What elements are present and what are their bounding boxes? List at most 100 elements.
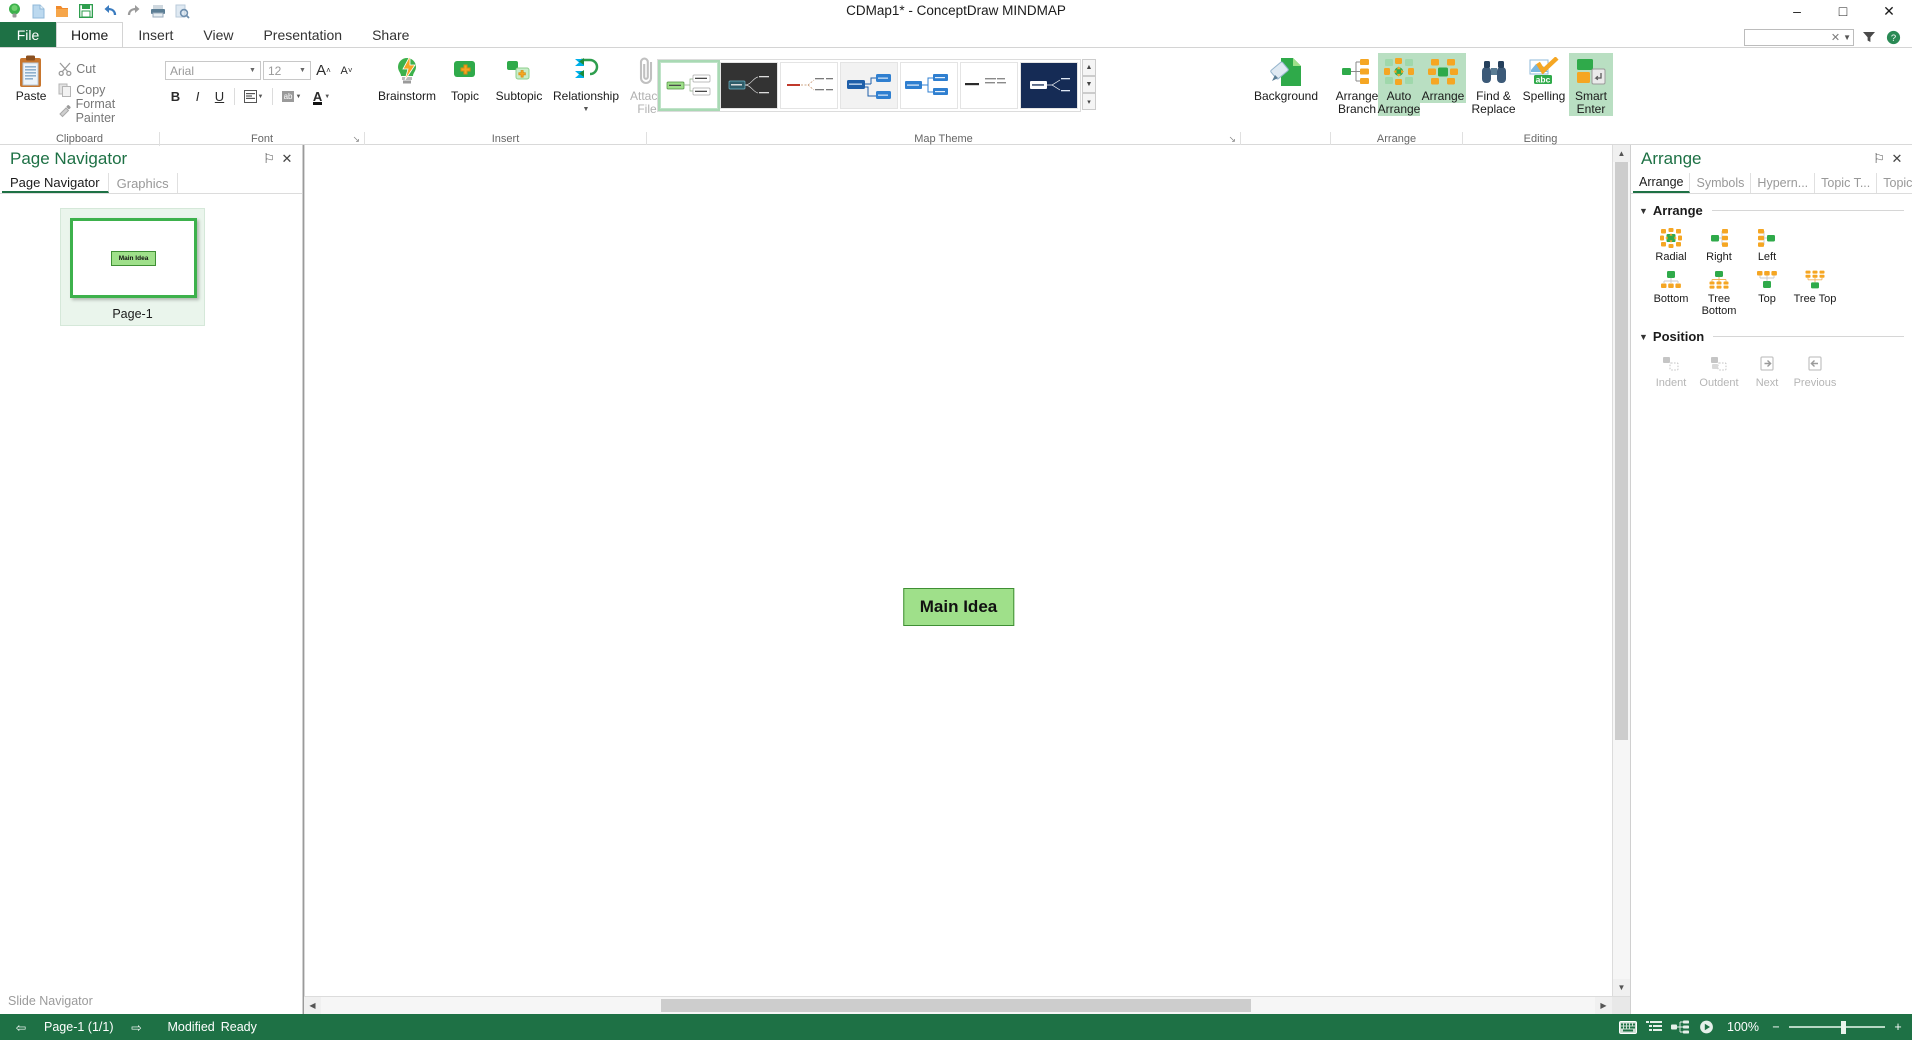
- arrange-section-header[interactable]: ▼ Arrange: [1631, 203, 1912, 218]
- topic-button[interactable]: Topic: [441, 53, 489, 103]
- grow-font-button[interactable]: A ˄: [313, 60, 334, 81]
- brainstorm-button[interactable]: Brainstorm: [375, 53, 439, 103]
- tab-view[interactable]: View: [188, 22, 248, 47]
- scroll-left-arrow-icon[interactable]: ◀: [304, 997, 321, 1014]
- main-idea-node[interactable]: Main Idea: [902, 588, 1015, 626]
- bold-button[interactable]: B: [165, 86, 186, 107]
- arrange-branch-button[interactable]: Arrange Branch: [1336, 53, 1378, 116]
- arrange-bottom-button[interactable]: Bottom: [1647, 266, 1695, 320]
- outline-view-icon[interactable]: [1641, 1014, 1667, 1040]
- collapse-triangle-icon[interactable]: ▼: [1639, 206, 1648, 216]
- arrange-tree-top-button[interactable]: Tree Top: [1791, 266, 1839, 320]
- map-theme-thumb-5[interactable]: [960, 62, 1018, 109]
- pin-icon[interactable]: ⚐: [260, 150, 278, 168]
- map-theme-thumb-3[interactable]: [840, 62, 898, 109]
- map-theme-thumb-4[interactable]: [900, 62, 958, 109]
- map-theme-thumb-2[interactable]: [780, 62, 838, 109]
- map-theme-dialog-launcher[interactable]: ↘: [1228, 132, 1236, 146]
- gallery-scroll-down-button[interactable]: ▼: [1082, 76, 1096, 93]
- tab-share[interactable]: Share: [357, 22, 424, 47]
- tab-home[interactable]: Home: [56, 22, 124, 47]
- paste-button[interactable]: Paste: [5, 53, 57, 103]
- canvas-horizontal-scrollbar[interactable]: ◀ ▶: [304, 996, 1630, 1014]
- page-thumbnail-card[interactable]: Main Idea Page-1: [60, 208, 205, 326]
- tab-topic-details[interactable]: Topic D...: [1877, 173, 1912, 193]
- cut-button[interactable]: Cut: [57, 58, 155, 79]
- map-theme-thumb-1[interactable]: [720, 62, 778, 109]
- chevron-down-icon[interactable]: ▼: [245, 67, 260, 74]
- canvas-vertical-scrollbar[interactable]: ▲ ▼: [1612, 145, 1630, 996]
- horizontal-scroll-thumb[interactable]: [661, 999, 1251, 1012]
- auto-arrange-button[interactable]: Auto Arrange: [1378, 53, 1420, 116]
- filter-icon[interactable]: [1860, 28, 1878, 46]
- font-family-combo[interactable]: Arial ▼: [165, 61, 261, 80]
- tab-page-navigator[interactable]: Page Navigator: [2, 173, 109, 193]
- gallery-more-button[interactable]: ▾: [1082, 93, 1096, 110]
- paragraph-align-button[interactable]: ▼: [239, 86, 268, 107]
- pin-icon[interactable]: ⚐: [1870, 150, 1888, 168]
- chevron-down-icon[interactable]: ▼: [583, 103, 590, 116]
- tab-symbols[interactable]: Symbols: [1690, 173, 1752, 193]
- smart-enter-button[interactable]: Smart Enter: [1569, 53, 1613, 116]
- zoom-out-button[interactable]: −: [1770, 1020, 1782, 1034]
- zoom-slider-handle[interactable]: [1841, 1020, 1846, 1034]
- spelling-button[interactable]: abc Spelling: [1519, 53, 1569, 103]
- search-clear-icon[interactable]: ✕: [1831, 31, 1840, 44]
- keyboard-icon[interactable]: [1615, 1014, 1641, 1040]
- mindmap-view-icon[interactable]: [1667, 1014, 1693, 1040]
- scroll-right-arrow-icon[interactable]: ▶: [1595, 997, 1612, 1014]
- map-theme-thumb-0[interactable]: [658, 60, 720, 111]
- page-thumbnail[interactable]: Main Idea: [70, 218, 197, 298]
- presentation-play-icon[interactable]: [1693, 1014, 1719, 1040]
- gallery-scroll-up-button[interactable]: ▲: [1082, 59, 1096, 76]
- arrange-top-button[interactable]: Top: [1743, 266, 1791, 320]
- zoom-in-button[interactable]: +: [1892, 1020, 1904, 1034]
- previous-page-button[interactable]: ⇦: [8, 1014, 34, 1040]
- close-icon[interactable]: ✕: [278, 150, 296, 168]
- vertical-scroll-track[interactable]: [1613, 162, 1630, 979]
- collapse-triangle-icon[interactable]: ▼: [1639, 332, 1648, 342]
- shrink-font-button[interactable]: A ˅: [336, 60, 357, 81]
- zoom-slider[interactable]: [1789, 1020, 1885, 1034]
- search-input[interactable]: [1747, 31, 1821, 43]
- find-replace-button[interactable]: Find & Replace: [1468, 53, 1519, 116]
- highlight-color-button[interactable]: ab ▼: [277, 86, 306, 107]
- search-box[interactable]: ✕ ▼: [1744, 28, 1854, 46]
- arrange-radial-button[interactable]: Radial: [1647, 224, 1695, 266]
- help-icon[interactable]: ?: [1884, 28, 1902, 46]
- tab-graphics[interactable]: Graphics: [109, 173, 178, 193]
- tab-hyperlinks[interactable]: Hypern...: [1751, 173, 1816, 193]
- arrange-button[interactable]: Arrange: [1420, 53, 1466, 103]
- scroll-up-arrow-icon[interactable]: ▲: [1613, 145, 1630, 162]
- font-size-combo[interactable]: 12 ▼: [263, 61, 311, 80]
- close-icon[interactable]: ✕: [1888, 150, 1906, 168]
- arrange-tree-bottom-button[interactable]: Tree Bottom: [1695, 266, 1743, 320]
- subtopic-button[interactable]: Subtopic: [491, 53, 547, 103]
- scroll-down-arrow-icon[interactable]: ▼: [1613, 979, 1630, 996]
- arrange-right-button[interactable]: Right: [1695, 224, 1743, 266]
- mindmap-canvas[interactable]: Main Idea: [304, 145, 1612, 996]
- background-button[interactable]: Background: [1246, 53, 1326, 103]
- next-page-button[interactable]: ⇨: [123, 1014, 149, 1040]
- chevron-down-icon[interactable]: ▼: [295, 67, 310, 74]
- map-theme-thumb-6[interactable]: [1020, 62, 1078, 109]
- font-color-button[interactable]: A ▼: [307, 86, 336, 107]
- close-button[interactable]: ✕: [1866, 0, 1912, 22]
- vertical-scroll-thumb[interactable]: [1615, 162, 1628, 740]
- tab-insert[interactable]: Insert: [123, 22, 188, 47]
- italic-button[interactable]: I: [187, 86, 208, 107]
- horizontal-scroll-track[interactable]: [321, 997, 1595, 1014]
- tab-arrange[interactable]: Arrange: [1633, 173, 1691, 193]
- tab-file[interactable]: File: [0, 22, 56, 47]
- underline-button[interactable]: U: [209, 86, 230, 107]
- position-section-header[interactable]: ▼ Position: [1631, 329, 1912, 344]
- relationship-button[interactable]: Relationship ▼: [549, 53, 623, 116]
- format-painter-button[interactable]: Format Painter: [57, 97, 155, 125]
- arrange-left-button[interactable]: Left: [1743, 224, 1791, 266]
- tab-topic-type[interactable]: Topic T...: [1815, 173, 1878, 193]
- maximize-button[interactable]: □: [1820, 0, 1866, 22]
- tab-presentation[interactable]: Presentation: [248, 22, 357, 47]
- chevron-down-icon[interactable]: ▼: [1843, 33, 1851, 42]
- minimize-button[interactable]: –: [1774, 0, 1820, 22]
- font-dialog-launcher[interactable]: ↘: [352, 132, 360, 146]
